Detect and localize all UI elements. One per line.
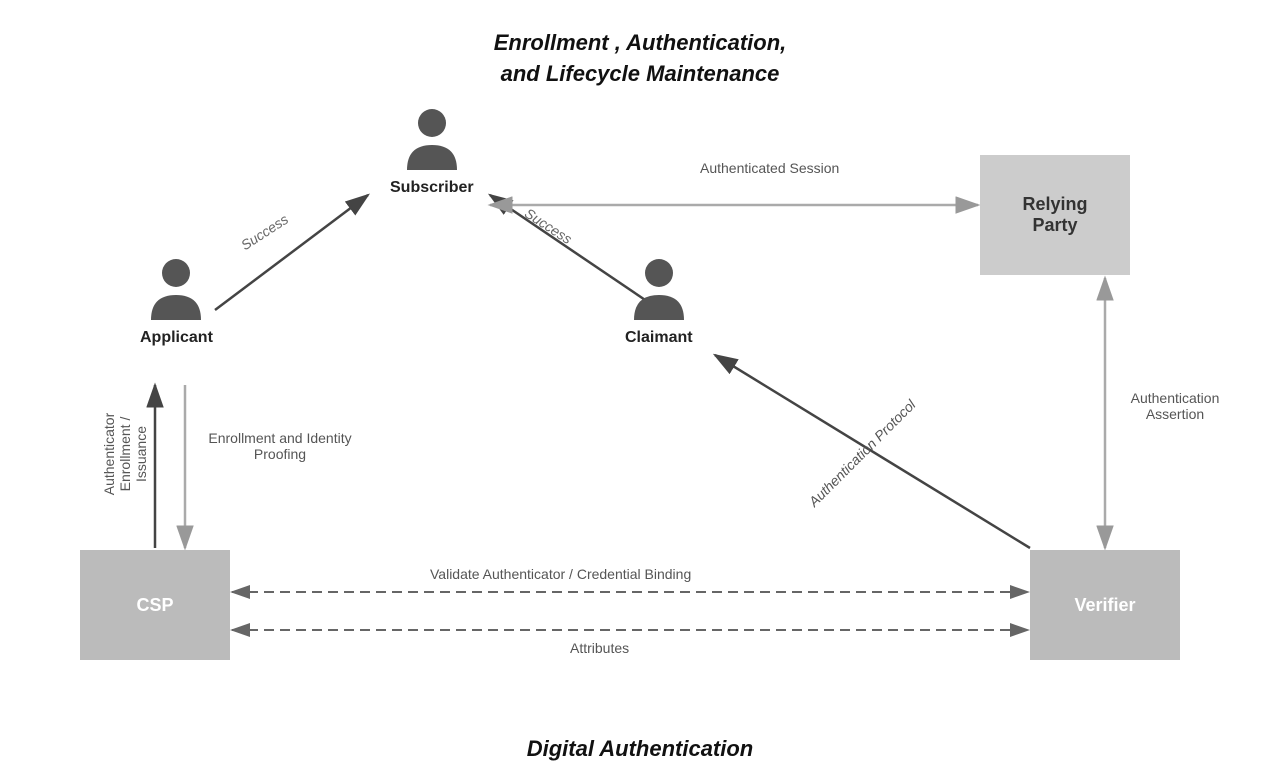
claimant-icon [629,255,689,325]
relying-party-box: Relying Party [980,155,1130,275]
claimant-person: Claimant [625,255,693,347]
attributes-label: Attributes [570,640,629,656]
success-claimant-label: Success [522,205,575,247]
authenticator-enrollment-label: Authenticator Enrollment / Issuance [101,389,149,519]
diagram: Enrollment , Authentication, and Lifecyc… [0,0,1280,780]
authenticated-session-label: Authenticated Session [700,160,839,176]
verifier-box: Verifier [1030,550,1180,660]
authentication-assertion-label: Authentication Assertion [1115,390,1235,422]
main-title: Enrollment , Authentication, and Lifecyc… [0,28,1280,90]
subscriber-icon [402,105,462,175]
authentication-protocol-label: Authentication Protocol [805,396,918,509]
csp-box: CSP [80,550,230,660]
applicant-person: Applicant [140,255,213,347]
arrows-svg [0,0,1280,780]
bottom-title: Digital Authentication [0,736,1280,762]
enrollment-identity-label: Enrollment and Identity Proofing [200,430,360,462]
success-applicant-label: Success [238,211,291,253]
applicant-icon [146,255,206,325]
validate-authenticator-label: Validate Authenticator / Credential Bind… [430,566,691,582]
subscriber-person: Subscriber [390,105,474,197]
